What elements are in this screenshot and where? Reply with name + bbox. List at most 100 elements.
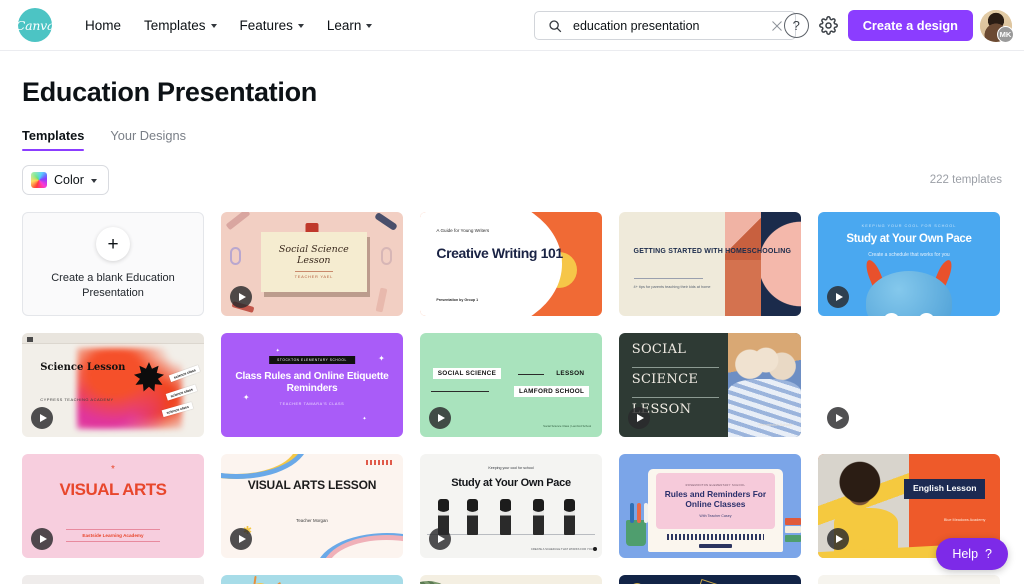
template-title: Study at Your Own Pace <box>451 476 571 489</box>
create-blank-label: Create a blank Education Presentation <box>51 272 175 299</box>
canva-logo[interactable]: Canva <box>15 8 55 42</box>
template-thumbnail: ✦ ✦ ✦ ✦ STOCKTON ELEMENTARY SCHOOL Class… <box>221 333 403 437</box>
template-card[interactable]: MUIRLOOM VALLEY HIGH PRESENTS BEST MANNE… <box>818 575 1000 584</box>
template-title: GETTING STARTED WITH HOMESCHOOLING <box>633 248 792 256</box>
play-badge-icon[interactable] <box>230 286 252 308</box>
template-label-b: LESSON <box>556 370 585 378</box>
template-grid: + Create a blank Education Presentation … <box>22 212 1002 584</box>
template-subtitle: TEACHER TAMARA'S CLASS <box>279 401 345 406</box>
page-title: Education Presentation <box>22 77 317 107</box>
color-filter-button[interactable]: Color <box>22 165 109 195</box>
template-thumbnail <box>221 575 403 584</box>
template-card[interactable] <box>619 575 801 584</box>
template-thumbnail: A Guide for Young Writers Creative Writi… <box>420 212 602 316</box>
chevron-down-icon <box>297 24 304 28</box>
template-card[interactable]: Mikaysan Music and Arts School <box>22 575 204 584</box>
search-box[interactable]: education presentation <box>534 11 796 40</box>
tab-bar: Templates Your Designs <box>22 128 1002 152</box>
nav-item-templates-label: Templates <box>144 17 206 33</box>
template-card[interactable]: SOCIAL SCIENCE LESSON Sierrawood School <box>619 333 801 437</box>
template-card[interactable]: SOCIAL SCIENCE LESSON LAMFORD SCHOOL Soc… <box>420 333 602 437</box>
play-badge-icon[interactable] <box>827 528 849 550</box>
template-title: Creative Writing 101 <box>436 245 563 262</box>
tab-your-designs-label: Your Designs <box>110 128 187 143</box>
template-card[interactable]: Social Science Lesson TEACHER YAEL <box>221 212 403 316</box>
play-badge-icon[interactable] <box>429 528 451 550</box>
template-card[interactable]: KEEPING YOUR COOL FOR SCHOOL Study at Yo… <box>818 212 1000 316</box>
template-eyebrow: STOCKTON ELEMENTARY SCHOOL <box>269 355 355 364</box>
tab-templates[interactable]: Templates <box>22 128 85 152</box>
top-navigation-bar: Canva Home Templates Features Learn educ… <box>0 0 1024 51</box>
template-card[interactable]: ✱ VISUAL ARTS LESSON Teacher Morgan <box>221 454 403 558</box>
template-title: Science Lesson <box>40 362 126 374</box>
nav-item-features[interactable]: Features <box>229 11 315 40</box>
nav-item-home-label: Home <box>85 17 122 33</box>
play-badge-icon[interactable] <box>31 528 53 550</box>
nav-item-home[interactable]: Home <box>74 11 132 40</box>
help-circle-glyph: ? <box>792 18 800 33</box>
create-blank-card[interactable]: + Create a blank Education Presentation <box>22 212 204 316</box>
template-card[interactable]: Science Lesson CYPRESS TEACHING ACADEMY … <box>22 333 204 437</box>
nav-item-learn[interactable]: Learn <box>316 11 384 40</box>
template-thumbnail <box>619 575 801 584</box>
template-line-2: SCIENCE <box>631 371 699 387</box>
chevron-down-icon <box>210 24 217 28</box>
create-a-design-button[interactable]: Create a design <box>847 10 973 41</box>
play-badge-icon[interactable] <box>31 407 53 429</box>
template-title: VISUAL ARTS LESSON <box>247 477 377 492</box>
template-eyebrow: A Guide for Young Writers <box>436 227 490 233</box>
nav-item-templates[interactable]: Templates <box>133 11 228 40</box>
template-line-1: SOCIAL <box>631 342 687 358</box>
nav-item-learn-label: Learn <box>326 17 362 33</box>
search-input[interactable]: education presentation <box>573 19 758 33</box>
tab-your-designs[interactable]: Your Designs <box>110 128 186 151</box>
template-title: Social Science Lesson <box>278 243 349 266</box>
template-card[interactable] <box>221 575 403 584</box>
help-question-icon: ? <box>985 547 992 561</box>
tab-templates-label: Templates <box>22 128 85 143</box>
template-subtitle: Eastside Learning Academy <box>65 528 161 542</box>
play-badge-icon[interactable] <box>827 407 849 429</box>
template-thumbnail: GETTING STARTED WITH HOMESCHOOLING 4+ ti… <box>619 212 801 316</box>
template-subtitle: 4+ tips for parents teaching their kids … <box>633 284 711 289</box>
template-subtitle: Sierrawood School <box>758 421 792 427</box>
template-card[interactable]: A Guide for Young Writers Creative Writi… <box>420 212 602 316</box>
template-subtitle: TEACHER YAEL <box>294 270 334 279</box>
canva-logo-text: Canva <box>15 17 55 33</box>
template-card[interactable]: * VISUAL ARTS Eastside Learning Academy <box>22 454 204 558</box>
laptop-illustration: ROSEMONTON ELEMENTARY SCHOOL Rules and R… <box>648 468 783 552</box>
help-button[interactable]: Help ? <box>936 538 1008 570</box>
note-card: Social Science Lesson TEACHER YAEL <box>261 231 367 293</box>
page-body: Education Presentation Templates Your De… <box>0 77 1024 584</box>
template-thumbnail <box>420 575 602 584</box>
template-asterisk: * <box>111 464 115 476</box>
search-icon <box>544 15 565 36</box>
template-card[interactable] <box>420 575 602 584</box>
books-illustration <box>785 517 801 544</box>
template-subtitle: CYPRESS TEACHING ACADEMY <box>40 397 114 403</box>
play-badge-icon[interactable] <box>230 528 252 550</box>
template-title: English Lesson <box>903 478 986 499</box>
help-circle-icon[interactable]: ? <box>783 13 809 38</box>
avatar[interactable]: MK <box>980 9 1014 43</box>
play-badge-icon[interactable] <box>827 286 849 308</box>
template-card[interactable]: VISUAL ARTS LESSON ARTS TEACHER MORGAN <box>818 333 1000 437</box>
main-nav: Home Templates Features Learn <box>74 11 383 40</box>
template-thumbnail: ROSEMONTON ELEMENTARY SCHOOL Rules and R… <box>619 454 801 558</box>
template-card[interactable]: ✦ ✦ ✦ ✦ STOCKTON ELEMENTARY SCHOOL Class… <box>221 333 403 437</box>
template-count: 222 templates <box>929 174 1002 186</box>
template-label-c: LAMFORD SCHOOL <box>514 386 590 398</box>
template-card[interactable]: GETTING STARTED WITH HOMESCHOOLING 4+ ti… <box>619 212 801 316</box>
template-card[interactable]: Keeping your cool for school Study at Yo… <box>420 454 602 558</box>
template-thumbnail: Mikaysan Music and Arts School <box>22 575 204 584</box>
template-subtitle: Teacher Morgan <box>296 518 328 524</box>
gear-icon[interactable] <box>816 13 841 38</box>
filter-row: Color 222 templates <box>22 165 1002 195</box>
play-badge-icon[interactable] <box>628 407 650 429</box>
template-card[interactable]: ROSEMONTON ELEMENTARY SCHOOL Rules and R… <box>619 454 801 558</box>
plus-icon[interactable]: + <box>96 227 130 262</box>
template-eyebrow: Keeping your cool for school <box>488 466 534 471</box>
template-footer: Social Science Class | Lamford School <box>543 423 592 428</box>
template-title: Class Rules and Online Etiquette Reminde… <box>235 371 389 395</box>
play-badge-icon[interactable] <box>429 407 451 429</box>
